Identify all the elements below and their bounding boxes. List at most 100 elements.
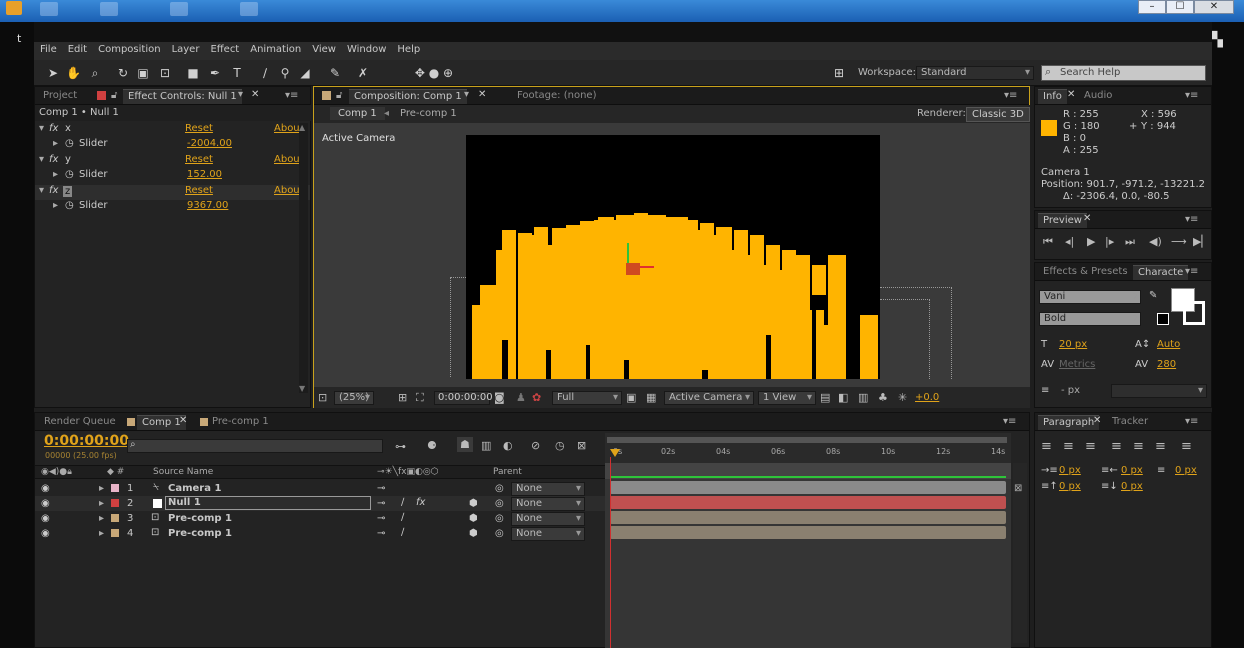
black-swatch[interactable] [1157,313,1169,325]
draft-3d-icon[interactable]: ⚈ [427,439,437,452]
layer-duration-bar[interactable] [610,481,1006,494]
renderer-button[interactable]: Classic 3D [966,107,1030,122]
parent-dropdown[interactable]: None [511,527,585,541]
panel-menu-icon[interactable]: ▾≡ [285,90,298,101]
menu-edit[interactable]: Edit [68,44,87,58]
close-tab-icon[interactable]: ✕ [478,89,486,100]
layer-row[interactable]: ◉ ▸ 3 ⊡ Pre-comp 1 ⊸ ∕ ⬢ ◎ None [35,511,613,526]
about-link[interactable]: Abou [274,123,300,134]
time-ruler[interactable]: 0s 02s 04s 06s 08s 10s 12s 14s [605,433,1011,463]
ram-preview-icon[interactable]: ▶▏ [1193,235,1210,248]
channel-icon[interactable]: ✿ [532,391,541,404]
tab-effects-presets[interactable]: Effects & Presets [1038,265,1133,280]
slider-value[interactable]: 9367.00 [187,200,228,211]
shy-switch-icon[interactable]: ⊸ [377,528,385,539]
audio-icon[interactable]: ◀) [1149,235,1162,248]
pickwhip-icon[interactable]: ◎ [495,528,504,539]
eraser-tool-icon[interactable]: ◢ [298,66,312,80]
expand-triangle-icon[interactable]: ▸ [99,513,104,524]
grid-icon[interactable]: ⊞ [398,391,407,404]
rectangle-tool-icon[interactable]: ■ [186,66,200,80]
quality-switch-icon[interactable]: ∕ [401,527,404,538]
expand-triangle-icon[interactable]: ▸ [99,498,104,509]
about-link[interactable]: Abou [274,185,300,196]
menu-effect[interactable]: Effect [210,44,239,58]
source-name-column[interactable]: Source Name [153,467,213,477]
indent-right-value[interactable]: 0 px [1121,465,1143,476]
last-frame-icon[interactable]: ⏭ [1125,235,1135,249]
font-family-dropdown[interactable]: Vani [1039,290,1141,304]
clone-tool-icon[interactable]: ⚲ [278,66,292,80]
menu-animation[interactable]: Animation [250,44,301,58]
current-time-field[interactable]: 0:00:00:00 [434,391,493,405]
tab-audio[interactable]: Audio [1079,89,1117,104]
playhead-handle[interactable] [610,449,620,457]
shy-switch-icon[interactable]: ⊸ [377,498,385,509]
pickwhip-icon[interactable]: ◎ [495,498,504,509]
quality-switch-icon[interactable]: ∕ [401,497,404,508]
fast-preview-icon[interactable]: ◧ [838,391,848,404]
tab-effect-controls[interactable]: Effect Controls: Null 1 [123,89,242,104]
font-style-dropdown[interactable]: Bold [1039,312,1141,326]
panel-menu-icon[interactable]: ▾≡ [1185,90,1198,101]
about-link[interactable]: Abou [274,154,300,165]
layer-duration-bar[interactable] [610,496,1006,509]
space-after-value[interactable]: 0 px [1121,481,1143,492]
scrollbar[interactable]: ▲ ▼ [299,123,308,393]
fx-switch-icon[interactable]: fx [416,497,425,508]
layer-duration-bar[interactable] [610,526,1006,539]
label-color-swatch[interactable] [111,529,119,537]
font-size-value[interactable]: 20 px [1059,339,1087,350]
close-tab-icon[interactable]: ✕ [179,415,187,426]
shy-switch-icon[interactable]: ⊸ [377,513,385,524]
close-tab-icon[interactable]: ✕ [1067,89,1075,100]
zoom-dropdown[interactable]: (25%) [334,391,374,405]
breadcrumb-precomp[interactable]: Pre-comp 1 [400,108,457,119]
menu-view[interactable]: View [312,44,336,58]
lock-icon[interactable]: 🔓︎ [336,90,342,101]
justify-left-icon[interactable]: ≡ [1111,439,1122,454]
pen-tool-icon[interactable]: ✒ [208,66,222,80]
auto-keyframe-icon[interactable]: ◷ [555,439,565,452]
search-help-input[interactable]: Search Help [1041,65,1206,81]
indent-left-value[interactable]: 0 px [1059,465,1081,476]
stopwatch-icon[interactable]: ◷ [65,138,74,149]
stroke-color-swatch[interactable] [1183,301,1205,325]
transparency-grid-icon[interactable]: ▦ [646,391,656,404]
hand-tool-icon[interactable]: ✋ [66,66,81,80]
brainstorm-icon[interactable]: ⊠ [577,439,586,452]
space-before-value[interactable]: 0 px [1059,481,1081,492]
rotate-tool-icon[interactable]: ↻ [116,66,130,80]
menu-file[interactable]: File [40,44,57,58]
breadcrumb-comp1[interactable]: Comp 1 [330,107,385,120]
scroll-down-icon[interactable]: ▼ [299,384,305,393]
collapse-triangle-icon[interactable]: ▸ [53,138,58,149]
layer-name[interactable]: Camera 1 [168,483,221,494]
comp-viewer[interactable]: Active Camera [314,123,1030,387]
layer-row[interactable]: ◉ ▸ 1 ⍀ Camera 1 ⊸ ◎ None [35,481,613,496]
indent-first-value[interactable]: 0 px [1175,465,1197,476]
layer-name[interactable]: Pre-comp 1 [168,513,232,524]
eye-icon[interactable]: ◉ [41,498,50,509]
timeline-icon[interactable]: ▥ [858,391,868,404]
label-color-swatch[interactable] [111,499,119,507]
comp-mini-flowchart-icon[interactable]: ⊶ [395,440,406,453]
fx-icon[interactable]: fx [49,185,58,196]
type-tool-icon[interactable]: T [230,66,244,80]
motion-blur-icon[interactable]: ◐ [503,439,513,452]
kerning-value[interactable]: Metrics [1059,359,1095,370]
roto-brush-tool-icon[interactable]: ✎ [328,66,342,80]
close-tab-icon[interactable]: ✕ [1083,213,1091,224]
tracking-value[interactable]: 280 [1157,359,1176,370]
shy-layers-icon[interactable]: ☗ [457,437,473,452]
expand-triangle-icon[interactable]: ▸ [99,528,104,539]
stroke-style-dropdown[interactable] [1111,384,1207,398]
panel-menu-icon[interactable]: ▾≡ [1185,266,1198,277]
parent-dropdown[interactable]: None [511,512,585,526]
slider-value[interactable]: -2004.00 [187,138,232,149]
tab-dropdown-icon[interactable]: ▾ [464,89,469,100]
tab-precomp1[interactable]: Pre-comp 1 [207,415,274,430]
parent-dropdown[interactable]: None [511,497,585,511]
close-tab-icon[interactable]: ✕ [251,89,259,100]
tab-preview[interactable]: Preview [1038,213,1087,228]
